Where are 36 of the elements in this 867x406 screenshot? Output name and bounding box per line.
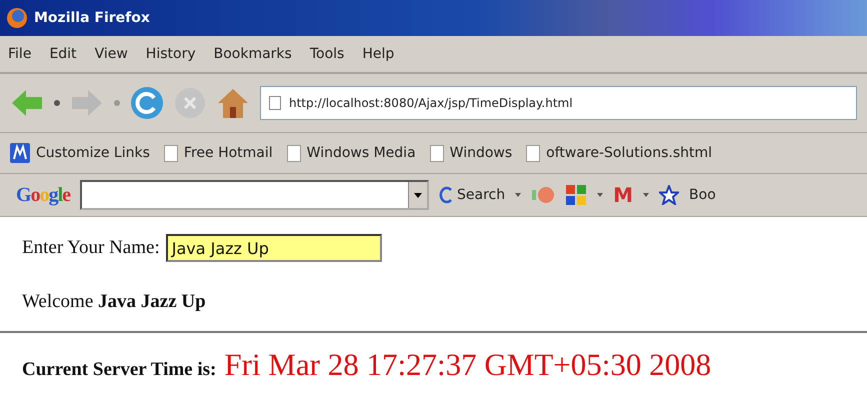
home-icon[interactable]: [216, 87, 250, 119]
search-button[interactable]: Search: [439, 186, 506, 204]
bookmark-logo-icon: [10, 143, 30, 163]
name-label: Enter Your Name:: [22, 237, 160, 259]
page-icon: [164, 144, 178, 162]
page-icon: [430, 144, 444, 162]
search-field[interactable]: [80, 180, 430, 210]
menu-item[interactable]: Tools: [310, 46, 344, 62]
menu-item[interactable]: View: [94, 46, 128, 62]
menu-item[interactable]: History: [146, 46, 196, 62]
window-title: Mozilla Firefox: [34, 10, 150, 26]
page-icon: [286, 144, 301, 162]
search-g-icon: [439, 186, 454, 204]
star-icon[interactable]: [659, 185, 680, 205]
firefox-logo-icon: [6, 7, 28, 29]
google-logo[interactable]: Google: [16, 184, 70, 206]
bookmark-link[interactable]: Customize Links: [10, 143, 150, 163]
page-icon: [269, 96, 281, 110]
menu-item[interactable]: File: [8, 46, 32, 62]
address-field[interactable]: http://localhost:8080/Ajax/jsp/TimeDisplay.html: [260, 86, 857, 120]
menu-item[interactable]: Bookmarks: [214, 46, 292, 62]
menu-item[interactable]: Edit: [49, 46, 77, 62]
time-label: Current Server Time is:: [22, 359, 216, 381]
bookmark-link[interactable]: Free Hotmail: [164, 144, 273, 162]
server-time: Fri Mar 28 17:27:37 GMT+05:30 2008: [224, 347, 712, 383]
welcome-message: Welcome Java Jazz Up: [22, 291, 207, 313]
menu-item[interactable]: Help: [362, 46, 394, 62]
dropdown-arrow-icon[interactable]: [414, 192, 422, 198]
reload-icon[interactable]: [130, 86, 164, 120]
bookmark-link[interactable]: oftware-Solutions.shtml: [526, 144, 712, 162]
page-icon: [526, 144, 540, 162]
bookmark-link[interactable]: Windows Media: [286, 144, 416, 162]
name-input[interactable]: Java Jazz Up: [166, 234, 382, 262]
bookmark-link[interactable]: Windows: [430, 144, 512, 162]
flag-icon[interactable]: [565, 184, 588, 206]
bookmarks-button[interactable]: Boo: [689, 187, 716, 203]
